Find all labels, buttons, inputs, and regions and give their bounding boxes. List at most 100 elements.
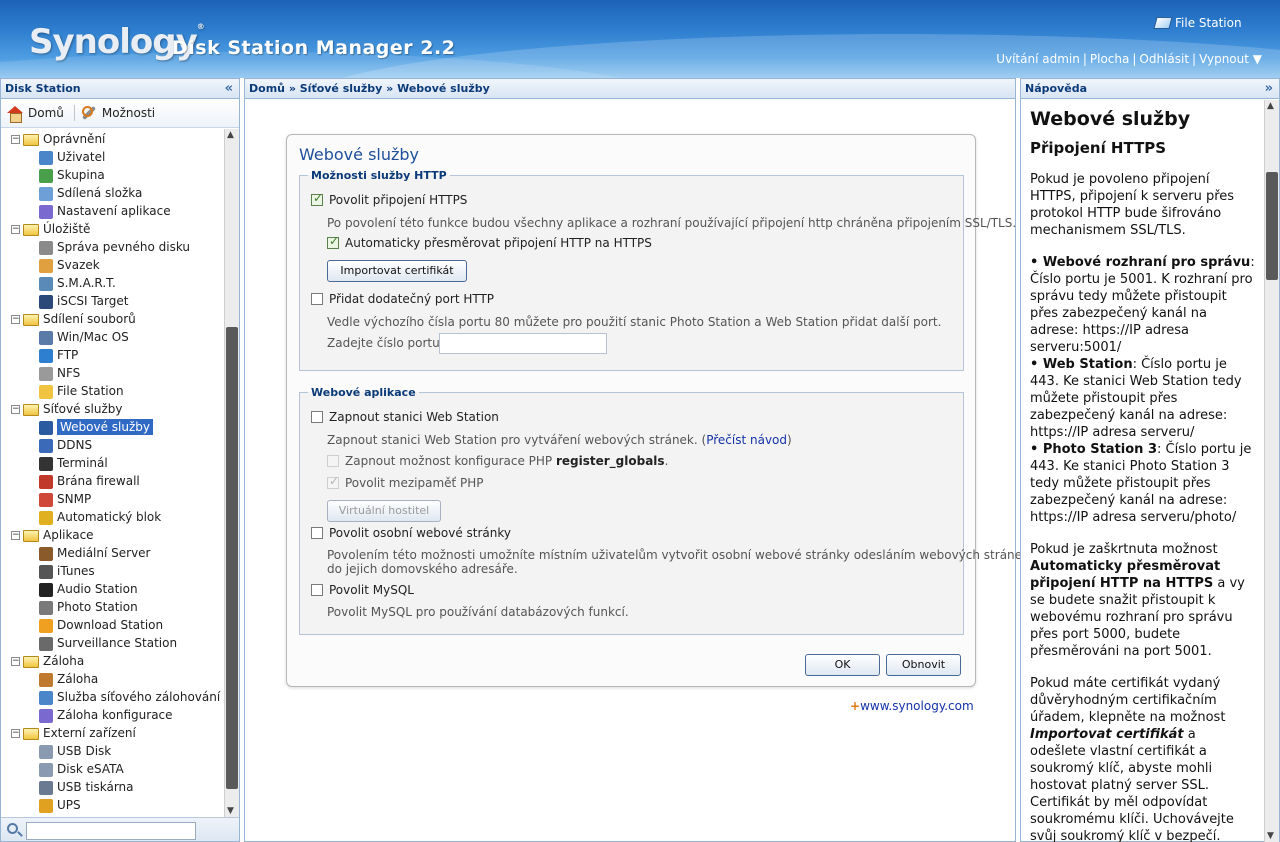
tree-item[interactable]: SNMP (1, 490, 224, 508)
tree-item[interactable]: Skupina (1, 166, 224, 184)
php-globals-option[interactable]: Zapnout možnost konfigurace PHP register… (327, 454, 668, 468)
mysql-option[interactable]: Povolit MySQL (311, 583, 414, 597)
tree-label: Úložiště (43, 222, 91, 236)
breadcrumb-network-services[interactable]: Síťové služby (300, 82, 383, 95)
tree-item[interactable]: iSCSI Target (1, 292, 224, 310)
tree-item[interactable]: USB tiskárna (1, 778, 224, 796)
tree-item[interactable]: NFS (1, 364, 224, 382)
shutdown-menu[interactable]: Vypnout ▼ (1199, 52, 1262, 66)
port-input[interactable] (439, 333, 607, 354)
personal-pages-checkbox[interactable] (311, 526, 323, 539)
logout-link[interactable]: Odhlásit (1139, 52, 1189, 66)
left-scrollbar[interactable]: ▲ ▼ (224, 129, 239, 817)
read-guide-link[interactable]: Přečíst návod (706, 433, 787, 447)
reset-button[interactable]: Obnovit (886, 654, 961, 676)
scroll-up-icon[interactable]: ▲ (1267, 101, 1274, 111)
https-checkbox[interactable] (311, 191, 323, 206)
home-button[interactable]: Domů (5, 105, 70, 123)
search-icon (7, 823, 18, 834)
personal-pages-description-line2: do jejich domovského adresáře. (327, 562, 518, 576)
tree-item[interactable]: Automatický blok (1, 508, 224, 526)
tree-item[interactable]: Photo Station (1, 598, 224, 616)
tree-item[interactable]: Mediální Server (1, 544, 224, 562)
php-cache-checkbox[interactable] (327, 474, 339, 489)
tree-category[interactable]: − Záloha (1, 652, 224, 670)
collapse-toggle-icon[interactable]: − (11, 135, 20, 144)
tree-item[interactable]: Správa pevného disku (1, 238, 224, 256)
tree-category[interactable]: − Externí zařízení (1, 724, 224, 742)
tree-item[interactable]: DDNS (1, 436, 224, 454)
tree-category[interactable]: − Aplikace (1, 526, 224, 544)
breadcrumb-home[interactable]: Domů (249, 82, 285, 95)
tree-search-input[interactable] (26, 822, 196, 840)
tree-item[interactable]: Download Station (1, 616, 224, 634)
mysql-checkbox[interactable] (311, 583, 323, 596)
collapse-toggle-icon[interactable]: − (11, 531, 20, 540)
tree-item[interactable]: Audio Station (1, 580, 224, 598)
options-button[interactable]: Možnosti (79, 105, 161, 121)
web-services-icon (39, 420, 53, 435)
scroll-up-icon[interactable]: ▲ (227, 130, 234, 140)
php-cache-option[interactable]: Povolit mezipaměť PHP (327, 474, 484, 490)
tree-item[interactable]: USB Disk (1, 742, 224, 760)
help-scrollbar-thumb[interactable] (1266, 172, 1278, 280)
extra-port-option[interactable]: Přidat dodatečný port HTTP (311, 292, 494, 306)
collapse-toggle-icon[interactable]: − (11, 315, 20, 324)
tree-item[interactable]: Surveillance Station (1, 634, 224, 652)
tree-item[interactable]: Záloha (1, 670, 224, 688)
php-globals-checkbox[interactable] (327, 454, 339, 467)
tree-item[interactable]: Sdílená složka (1, 184, 224, 202)
tree-item[interactable]: Disk eSATA (1, 760, 224, 778)
tree-item[interactable]: Nastavení aplikace (1, 202, 224, 220)
scroll-down-icon[interactable]: ▼ (227, 806, 234, 816)
tree-item[interactable]: Terminál (1, 454, 224, 472)
tree-item[interactable]: File Station (1, 382, 224, 400)
tree-category[interactable]: − Sdílení souborů (1, 310, 224, 328)
tree-item[interactable]: FTP (1, 346, 224, 364)
collapse-toggle-icon[interactable]: − (11, 225, 20, 234)
collapse-right-icon[interactable]: » (1265, 79, 1273, 99)
welcome-admin-link[interactable]: Uvítání admin (996, 52, 1080, 66)
file-station-link[interactable]: File Station (1153, 16, 1242, 30)
collapse-toggle-icon[interactable]: − (11, 657, 20, 666)
desktop-link[interactable]: Plocha (1090, 52, 1129, 66)
web-station-option[interactable]: Zapnout stanici Web Station (311, 410, 499, 424)
tree-category[interactable]: − Síťové služby (1, 400, 224, 418)
tree-item[interactable]: Záloha konfigurace (1, 706, 224, 724)
tree-label: Záloha konfigurace (57, 708, 173, 722)
extra-port-description: Vedle výchozího čísla portu 80 můžete pr… (327, 315, 942, 329)
tree-label: Disk eSATA (57, 762, 124, 776)
collapse-left-icon[interactable]: « (225, 79, 233, 99)
tree-item[interactable]: iTunes (1, 562, 224, 580)
collapse-toggle-icon[interactable]: − (11, 405, 20, 414)
tree-label: Photo Station (57, 600, 138, 614)
help-title: Webové služby (1030, 108, 1191, 130)
help-scrollbar[interactable]: ▲ ▼ (1264, 100, 1279, 842)
tree-category[interactable]: − Úložiště (1, 220, 224, 238)
tree-item[interactable]: Win/Mac OS (1, 328, 224, 346)
port-label: Zadejte číslo portu: (327, 336, 444, 350)
https-option[interactable]: Povolit připojení HTTPS (311, 191, 467, 207)
redirect-checkbox[interactable] (327, 234, 339, 249)
extra-port-checkbox[interactable] (311, 292, 323, 305)
import-certificate-button[interactable]: Importovat certifikát (327, 260, 467, 282)
virtual-host-button[interactable]: Virtuální hostitel (327, 500, 441, 522)
redirect-option[interactable]: Automaticky přesměrovat připojení HTTP n… (327, 234, 652, 250)
synology-website-link[interactable]: +www.synology.com (850, 699, 974, 713)
collapse-toggle-icon[interactable]: − (11, 729, 20, 738)
help-paragraph: Pokud je povoleno připojení HTTPS, připo… (1030, 172, 1235, 238)
tree-category[interactable]: − Oprávnění (1, 130, 224, 148)
tree-item[interactable]: S.M.A.R.T. (1, 274, 224, 292)
scroll-down-icon[interactable]: ▼ (1267, 831, 1274, 841)
home-icon (7, 105, 23, 123)
web-station-checkbox[interactable] (311, 410, 323, 423)
tree-item[interactable]: Brána firewall (1, 472, 224, 490)
tree-item[interactable]: Uživatel (1, 148, 224, 166)
personal-pages-option[interactable]: Povolit osobní webové stránky (311, 526, 511, 540)
tree-item[interactable]: Svazek (1, 256, 224, 274)
tree-item[interactable]: UPS (1, 796, 224, 814)
tree-item[interactable]: Služba síťového zálohování (1, 688, 224, 706)
ok-button[interactable]: OK (805, 654, 880, 676)
tree-item[interactable]: Webové služby (1, 418, 224, 436)
left-scrollbar-thumb[interactable] (226, 327, 238, 789)
